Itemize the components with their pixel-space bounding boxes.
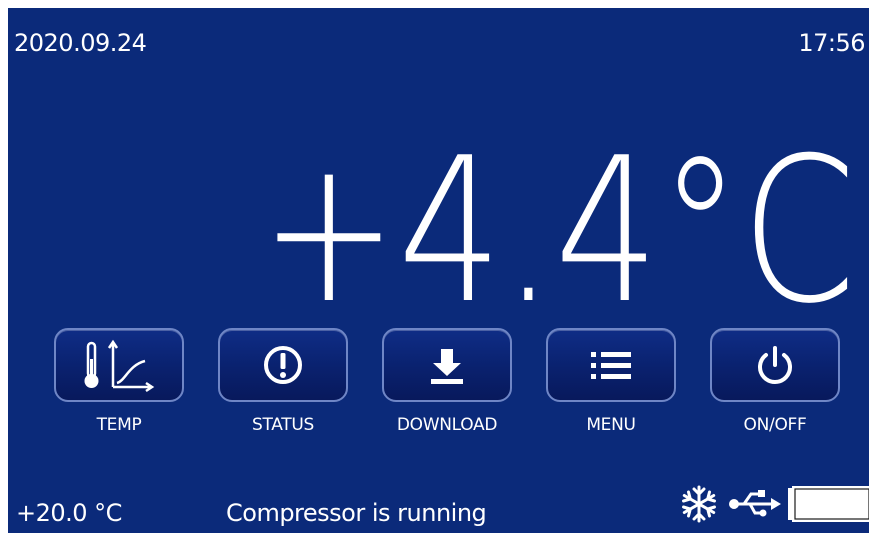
status-message: Compressor is running: [226, 499, 487, 527]
alert-circle-icon: [264, 346, 302, 384]
menu-button[interactable]: [546, 328, 676, 402]
status-button-label: STATUS: [252, 415, 314, 435]
status-icons: [682, 485, 869, 523]
download-button-label: DOWNLOAD: [396, 415, 498, 435]
temp-button-label: TEMP: [96, 415, 142, 435]
menu-button-label: MENU: [586, 415, 636, 435]
list-menu-icon: [591, 352, 631, 379]
ambient-temperature: +20.0 °C: [16, 499, 122, 527]
temp-button[interactable]: [54, 328, 184, 402]
date-label: 2020.09.24: [14, 29, 147, 57]
temperature-readout: +4.4°C: [260, 128, 856, 308]
usb-icon: [729, 490, 781, 517]
power-button-label: ON/OFF: [743, 415, 807, 435]
display-screen: 2020.09.24 17:56 +4.4°C TEMP STATUS DOWN…: [8, 8, 869, 533]
download-button[interactable]: [382, 328, 512, 402]
clock-label: 17:56: [798, 29, 865, 57]
power-button[interactable]: [710, 328, 840, 402]
status-button[interactable]: [218, 328, 348, 402]
download-icon: [431, 349, 463, 384]
battery-icon: [788, 486, 869, 522]
snowflake-icon: [682, 485, 716, 523]
power-icon: [758, 346, 792, 384]
thermometer-graph-icon: [84, 339, 155, 393]
temperature-value: +4.4°C: [260, 128, 856, 308]
